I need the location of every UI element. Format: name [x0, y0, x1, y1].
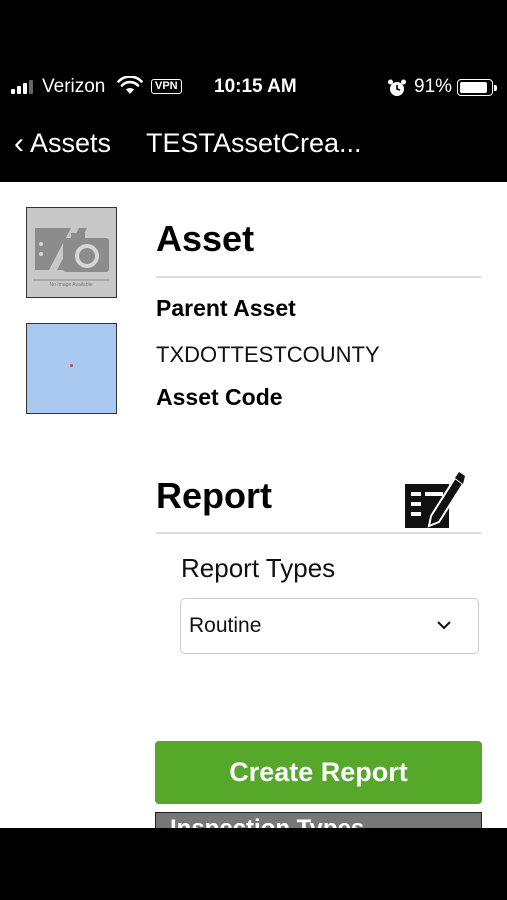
battery-percent: 91% — [414, 76, 453, 97]
asset-photo-thumbnail[interactable]: No Image Available — [26, 207, 117, 298]
edit-report-icon[interactable] — [403, 472, 465, 530]
create-report-button[interactable]: Create Report — [155, 741, 482, 804]
map-pin-icon — [70, 364, 73, 367]
asset-divider — [156, 276, 481, 278]
report-divider — [156, 532, 481, 534]
chevron-down-icon — [437, 621, 451, 630]
asset-content: No Image Available Asset Parent Asset TX… — [0, 182, 507, 828]
status-time: 10:15 AM — [214, 76, 297, 97]
parent-asset-value: TXDOTTESTCOUNTY — [156, 342, 380, 367]
no-image-text: No Image Available — [50, 282, 93, 288]
back-label: Assets — [30, 128, 112, 158]
nav-bar: ‹ Assets TESTAssetCrea... — [0, 110, 507, 182]
status-bar: Verizon VPN 10:15 AM 91% — [0, 0, 507, 110]
battery-icon — [457, 79, 497, 96]
report-type-selected: Routine — [189, 614, 262, 637]
wifi-icon — [117, 76, 143, 94]
asset-code-label: Asset Code — [156, 384, 283, 410]
vpn-badge: VPN — [151, 79, 182, 94]
parent-asset-label: Parent Asset — [156, 295, 296, 321]
report-heading: Report — [156, 475, 272, 516]
no-image-camera-icon: No Image Available — [33, 228, 109, 288]
carrier-label: Verizon — [42, 76, 106, 97]
alarm-icon — [388, 79, 406, 96]
report-types-label: Report Types — [181, 553, 336, 583]
report-type-select[interactable]: Routine — [180, 598, 479, 654]
back-button[interactable]: ‹ Assets — [14, 128, 111, 159]
bottom-bar — [0, 828, 507, 900]
asset-map-thumbnail[interactable] — [26, 323, 117, 414]
asset-heading: Asset — [156, 218, 255, 259]
chevron-left-icon: ‹ — [14, 126, 24, 160]
signal-icon — [11, 80, 33, 94]
inspection-types-header[interactable]: Inspection Types — [155, 812, 482, 828]
page-title: TESTAssetCrea... — [146, 128, 362, 158]
